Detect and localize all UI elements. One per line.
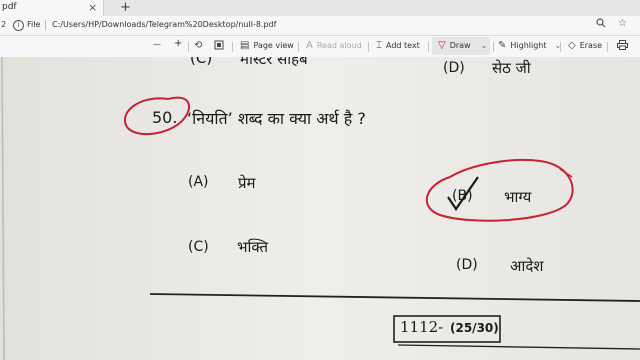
pdf-toolbar: — + ⟲ ▤ Page view A Read aloud ⌶ Add text ▽… (0, 36, 640, 58)
zoom-in-button[interactable]: + (174, 38, 182, 49)
draw-icon: ▽ (438, 40, 446, 51)
info-icon[interactable]: i (13, 20, 24, 31)
tab-title: pdf (2, 2, 17, 12)
divider (232, 42, 233, 52)
add-text-icon: ⌶ (376, 40, 382, 51)
divider (493, 42, 494, 52)
answer-circle-annotation (425, 158, 574, 222)
tab-bar: pdf × + (0, 0, 640, 16)
add-text-button[interactable]: ⌶ Add text (376, 40, 420, 51)
draw-tool[interactable]: ▽ Draw ⌄ (438, 40, 487, 51)
fit-page-icon[interactable] (214, 40, 224, 52)
favorite-icon[interactable]: ☆ (618, 18, 627, 29)
divider (428, 42, 429, 52)
search-icon[interactable] (596, 18, 606, 31)
pdf-page: (C) मास्टर साहब (D) सेठ जी 50. ‘नियति’ श… (0, 57, 640, 360)
page-view-icon: ▤ (240, 40, 250, 51)
page-indicator: 2 (1, 20, 7, 29)
read-aloud-label: Read aloud (316, 41, 362, 50)
divider (368, 42, 369, 52)
pen-stroke-annotation (559, 168, 573, 178)
highlight-label: Highlight (510, 41, 547, 50)
file-label: File (27, 20, 41, 29)
divider (298, 42, 299, 52)
page-view-label: Page view (253, 41, 294, 50)
eraser-icon: ◇ (568, 40, 576, 51)
page-view-button[interactable]: ▤ Page view (240, 40, 294, 51)
highlight-button[interactable]: ✎ Highlight ⌄ (498, 40, 561, 51)
chevron-down-icon[interactable]: ⌄ (481, 41, 488, 50)
erase-button[interactable]: ◇ Erase (568, 40, 602, 51)
close-icon[interactable]: × (88, 1, 97, 14)
question-circle-annotation (124, 96, 191, 136)
zoom-out-button[interactable]: — (153, 40, 161, 49)
divider (45, 20, 46, 30)
read-aloud-button[interactable]: A Read aloud (306, 40, 362, 51)
draw-label: Draw (449, 41, 471, 50)
print-icon[interactable] (617, 40, 628, 52)
answer-tick-annotation (447, 176, 479, 211)
divider (607, 42, 608, 52)
read-aloud-icon: A (306, 40, 313, 51)
new-tab-button[interactable]: + (120, 0, 131, 15)
ink-annotations (124, 96, 574, 222)
highlight-icon: ✎ (498, 40, 507, 51)
erase-label: Erase (579, 41, 603, 50)
rotate-icon[interactable]: ⟲ (194, 40, 206, 51)
url-field[interactable]: C:/Users/HP/Downloads/Telegram%20Desktop… (52, 20, 276, 29)
browser-tab[interactable]: pdf × (0, 0, 104, 16)
divider (188, 42, 189, 52)
address-bar: 2 i File C:/Users/HP/Downloads/Telegram%… (0, 16, 640, 36)
divider (560, 42, 561, 52)
add-text-label: Add text (386, 41, 420, 50)
